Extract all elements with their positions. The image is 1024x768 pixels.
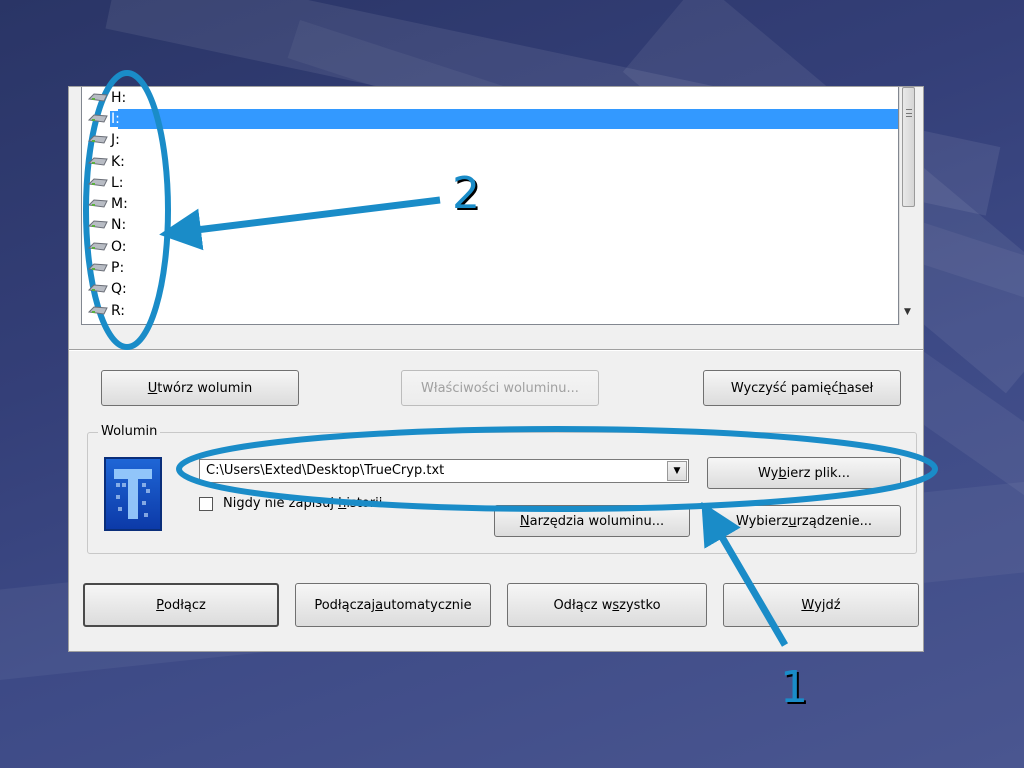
hard-drive-icon [87, 156, 108, 168]
hard-drive-icon [87, 177, 108, 189]
dismount-all-button[interactable]: Odłącz w s zystko [507, 583, 707, 627]
drive-letter-label: N: [111, 217, 127, 234]
drive-list-item[interactable]: J: [82, 130, 898, 151]
never-save-history-option[interactable]: Nigdy nie zapisuj historii [199, 496, 382, 511]
drive-list-item[interactable]: R: [82, 300, 898, 321]
drive-list[interactable]: H: I: J: K: L: M: N: O: P: Q: R: [81, 87, 899, 325]
volume-tools-button[interactable]: Narzędzia woluminu... [494, 505, 690, 537]
scroll-down-arrow-icon[interactable]: ▼ [904, 307, 911, 317]
drive-list-item[interactable]: M: [82, 193, 898, 214]
drive-letter-label: I: [110, 110, 121, 127]
drive-list-item[interactable]: N: [82, 215, 898, 236]
drive-list-item[interactable]: I: [82, 108, 898, 129]
mount-button[interactable]: Podłącz [83, 583, 279, 627]
select-file-button[interactable]: Wy b ierz plik... [707, 457, 901, 489]
drive-letter-label: K: [111, 153, 125, 170]
wipe-cache-button[interactable]: Wyczyść pamięć h aseł [703, 370, 901, 406]
drive-list-item[interactable]: Q: [82, 279, 898, 300]
callout-number-2: 2 [452, 168, 480, 219]
never-save-history-checkbox[interactable] [199, 496, 213, 511]
hard-drive-icon [87, 283, 108, 295]
drive-letter-label: J: [111, 132, 120, 149]
select-device-button[interactable]: Wybierz u rządzenie... [707, 505, 901, 537]
hard-drive-icon [87, 92, 108, 104]
hard-drive-icon [87, 305, 108, 317]
drive-letter-label: M: [111, 196, 128, 213]
truecrypt-main-window: H: I: J: K: L: M: N: O: P: Q: R: ▼ Utwórz wolumin … [68, 86, 924, 652]
combobox-dropdown-arrow-icon[interactable]: ▼ [667, 461, 687, 481]
separator [69, 349, 923, 351]
drive-list-item[interactable]: K: [82, 151, 898, 172]
callout-number-1: 1 [780, 662, 808, 713]
volume-group-label: Wolumin [98, 424, 161, 439]
drive-letter-label: R: [111, 302, 126, 319]
scrollbar-grip-icon [906, 109, 912, 117]
volume-properties-button[interactable]: Właściwości woluminu... [401, 370, 599, 406]
drive-list-item[interactable]: H: [82, 87, 898, 108]
hard-drive-icon [87, 198, 108, 210]
hard-drive-icon [87, 219, 108, 231]
scrollbar-thumb[interactable] [902, 87, 915, 207]
drive-list-item[interactable]: P: [82, 257, 898, 278]
drive-list-item[interactable]: L: [82, 172, 898, 193]
hard-drive-icon [87, 241, 108, 253]
hard-drive-icon [87, 113, 108, 125]
truecrypt-logo-icon [104, 457, 162, 531]
drive-letter-label: P: [111, 260, 125, 277]
drive-letter-label: O: [111, 238, 127, 255]
exit-button[interactable]: Wyjdź [723, 583, 919, 627]
auto-mount-button[interactable]: Podłączaj a utomatycznie [295, 583, 491, 627]
hard-drive-icon [87, 262, 108, 274]
create-volume-button[interactable]: Utwórz wolumin [101, 370, 299, 406]
drive-letter-label: H: [111, 89, 127, 106]
volume-path-combobox[interactable]: C:\Users\Exted\Desktop\TrueCryp.txt ▼ [199, 459, 689, 483]
drive-letter-label: Q: [111, 281, 127, 298]
drive-list-scrollbar[interactable]: ▼ [899, 87, 917, 325]
hard-drive-icon [87, 134, 108, 146]
drive-list-item[interactable]: O: [82, 236, 898, 257]
drive-letter-label: L: [111, 174, 124, 191]
volume-path-value: C:\Users\Exted\Desktop\TrueCryp.txt [206, 463, 445, 478]
